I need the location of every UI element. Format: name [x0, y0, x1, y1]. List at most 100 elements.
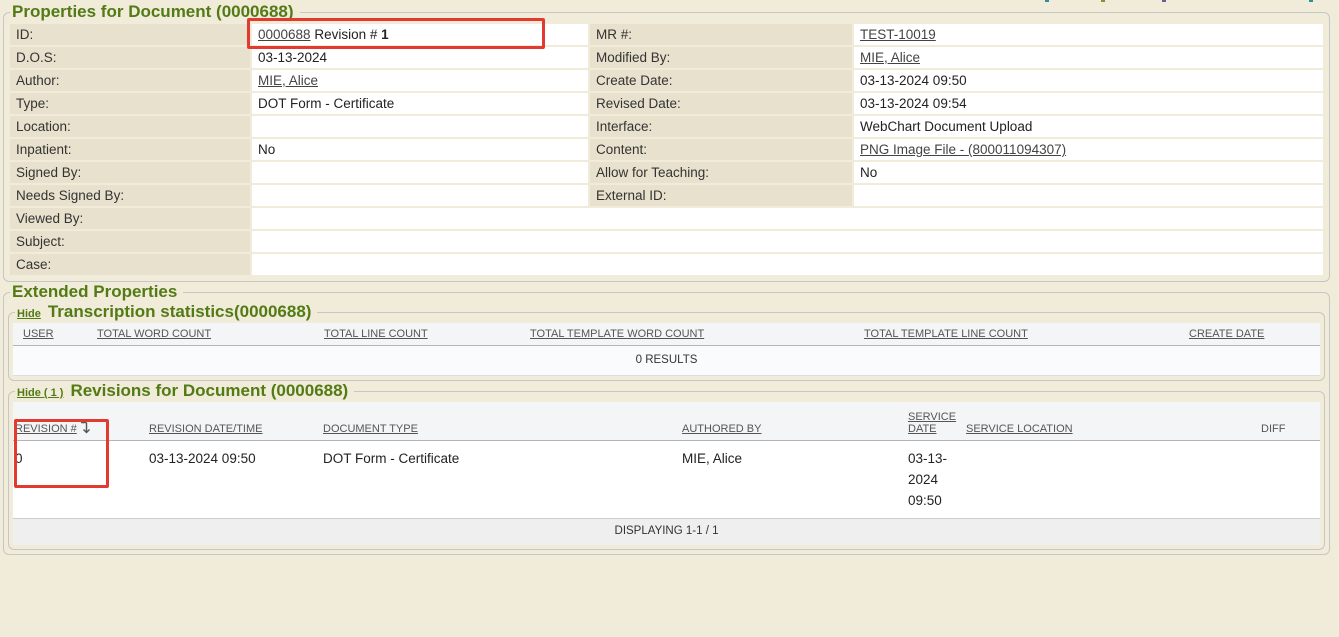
location-label: Location: — [10, 116, 250, 137]
property-row-signed-by: Signed By: Allow for Teaching: No — [10, 162, 1323, 183]
type-value: DOT Form - Certificate — [252, 93, 588, 114]
revised-date-label: Revised Date: — [590, 93, 852, 114]
modified-by-value: MIE, Alice — [854, 47, 1323, 68]
property-row-dos: D.O.S: 03-13-2024 Modified By: MIE, Alic… — [10, 47, 1323, 68]
subject-label: Subject: — [10, 231, 250, 252]
external-id-label: External ID: — [590, 185, 852, 206]
column-header-total-word-count[interactable]: TOTAL WORD COUNT — [93, 323, 320, 346]
cropped-content-artifact — [1162, 0, 1166, 2]
properties-table: ID: 0000688 Revision # 1 MR #: TEST-1001… — [8, 22, 1325, 277]
revisions-title: Revisions for Document (0000688) — [70, 381, 348, 400]
no-results-text: 0 RESULTS — [13, 346, 1320, 376]
column-header-service-location[interactable]: SERVICE LOCATION — [962, 402, 1257, 441]
needs-signed-by-label: Needs Signed By: — [10, 185, 250, 206]
property-row-type: Type: DOT Form - Certificate Revised Dat… — [10, 93, 1323, 114]
revision-row: 0 03-13-2024 09:50 DOT Form - Certificat… — [13, 441, 1320, 519]
revisions-table: REVISION # REVISION DATE/TIME DOCUMENT T… — [13, 402, 1320, 545]
id-value: 0000688 Revision # 1 — [252, 24, 588, 45]
allow-for-teaching-value: No — [854, 162, 1323, 183]
transcription-statistics-title: Transcription statistics(0000688) — [48, 302, 312, 321]
document-type-cell: DOT Form - Certificate — [319, 441, 678, 519]
column-header-revision-number[interactable]: REVISION # — [13, 402, 145, 441]
allow-for-teaching-label: Allow for Teaching: — [590, 162, 852, 183]
column-header-revision-datetime[interactable]: REVISION DATE/TIME — [145, 402, 319, 441]
signed-by-label: Signed By: — [10, 162, 250, 183]
diff-cell — [1257, 441, 1320, 519]
document-id-link[interactable]: 0000688 — [258, 27, 311, 42]
location-value — [252, 116, 588, 137]
extended-properties-section: Extended Properties Hide Transcription st… — [3, 282, 1330, 555]
revisions-hide-link[interactable]: Hide ( 1 ) — [17, 387, 63, 399]
revised-date-value: 03-13-2024 09:54 — [854, 93, 1323, 114]
needs-signed-by-value — [252, 185, 588, 206]
authored-by-cell: MIE, Alice — [678, 441, 904, 519]
revision-suffix-text: Revision # — [311, 27, 382, 42]
column-header-create-date[interactable]: CREATE DATE — [1185, 323, 1320, 346]
revisions-legend: Hide ( 1 ) Revisions for Document (000068… — [15, 381, 354, 401]
viewed-by-value — [252, 208, 1323, 229]
property-row-needs-signed-by: Needs Signed By: External ID: — [10, 185, 1323, 206]
case-value — [252, 254, 1323, 275]
type-label: Type: — [10, 93, 250, 114]
cropped-content-artifact — [1309, 0, 1313, 2]
mr-number-label: MR #: — [590, 24, 852, 45]
column-header-total-line-count[interactable]: TOTAL LINE COUNT — [320, 323, 526, 346]
id-label: ID: — [10, 24, 250, 45]
modified-by-link[interactable]: MIE, Alice — [860, 50, 920, 65]
property-row-id: ID: 0000688 Revision # 1 MR #: TEST-1001… — [10, 24, 1323, 45]
property-row-viewed-by: Viewed By: — [10, 208, 1323, 229]
property-row-author: Author: MIE, Alice Create Date: 03-13-20… — [10, 70, 1323, 91]
author-label: Author: — [10, 70, 250, 91]
external-id-value — [854, 185, 1323, 206]
author-value: MIE, Alice — [252, 70, 588, 91]
column-header-user[interactable]: USER — [13, 323, 93, 346]
case-label: Case: — [10, 254, 250, 275]
subject-value — [252, 231, 1323, 252]
property-row-location: Location: Interface: WebChart Document U… — [10, 116, 1323, 137]
author-link[interactable]: MIE, Alice — [258, 73, 318, 88]
signed-by-value — [252, 162, 588, 183]
dos-value: 03-13-2024 — [252, 47, 588, 68]
column-header-total-template-line-count[interactable]: TOTAL TEMPLATE LINE COUNT — [860, 323, 1185, 346]
cropped-content-artifact — [1045, 0, 1049, 2]
modified-by-label: Modified By: — [590, 47, 852, 68]
transcription-statistics-table: USER TOTAL WORD COUNT TOTAL LINE COUNT T… — [13, 323, 1320, 376]
dos-label: D.O.S: — [10, 47, 250, 68]
inpatient-value: No — [252, 139, 588, 160]
revision-datetime-cell: 03-13-2024 09:50 — [145, 441, 319, 519]
content-file-link[interactable]: PNG Image File - (800011094307) — [860, 142, 1066, 157]
revision-number: 1 — [381, 27, 389, 42]
column-header-total-template-word-count[interactable]: TOTAL TEMPLATE WORD COUNT — [526, 323, 860, 346]
transcription-statistics-section: Hide Transcription statistics(0000688) US… — [8, 302, 1325, 381]
content-value: PNG Image File - (800011094307) — [854, 139, 1323, 160]
column-header-authored-by[interactable]: AUTHORED BY — [678, 402, 904, 441]
service-date-cell: 03-13-2024 09:50 — [904, 441, 962, 519]
revisions-footer-row: DISPLAYING 1-1 / 1 — [13, 519, 1320, 546]
revisions-section: Hide ( 1 ) Revisions for Document (000068… — [8, 381, 1325, 550]
content-label: Content: — [590, 139, 852, 160]
sort-descending-icon — [80, 421, 91, 434]
revisions-table-wrapper: REVISION # REVISION DATE/TIME DOCUMENT T… — [13, 402, 1320, 545]
mr-number-value: TEST-10019 — [854, 24, 1323, 45]
property-row-case: Case: — [10, 254, 1323, 275]
revisions-header-row: REVISION # REVISION DATE/TIME DOCUMENT T… — [13, 402, 1320, 441]
property-row-inpatient: Inpatient: No Content: PNG Image File - … — [10, 139, 1323, 160]
properties-section-title: Properties for Document (0000688) — [10, 2, 300, 22]
column-header-document-type[interactable]: DOCUMENT TYPE — [319, 402, 678, 441]
create-date-label: Create Date: — [590, 70, 852, 91]
service-location-cell — [962, 441, 1257, 519]
transcription-header-row: USER TOTAL WORD COUNT TOTAL LINE COUNT T… — [13, 323, 1320, 346]
properties-section: Properties for Document (0000688) ID: 00… — [3, 2, 1330, 282]
mr-number-link[interactable]: TEST-10019 — [860, 27, 936, 42]
create-date-value: 03-13-2024 09:50 — [854, 70, 1323, 91]
inpatient-label: Inpatient: — [10, 139, 250, 160]
column-header-service-date[interactable]: SERVICE DATE — [904, 402, 962, 441]
transcription-hide-link[interactable]: Hide — [17, 308, 41, 320]
column-header-diff: DIFF — [1257, 402, 1320, 441]
revision-number-cell: 0 — [13, 441, 145, 519]
transcription-empty-row: 0 RESULTS — [13, 346, 1320, 376]
viewed-by-label: Viewed By: — [10, 208, 250, 229]
property-row-subject: Subject: — [10, 231, 1323, 252]
paging-status-text: DISPLAYING 1-1 / 1 — [13, 519, 1320, 546]
extended-properties-title: Extended Properties — [10, 282, 183, 302]
